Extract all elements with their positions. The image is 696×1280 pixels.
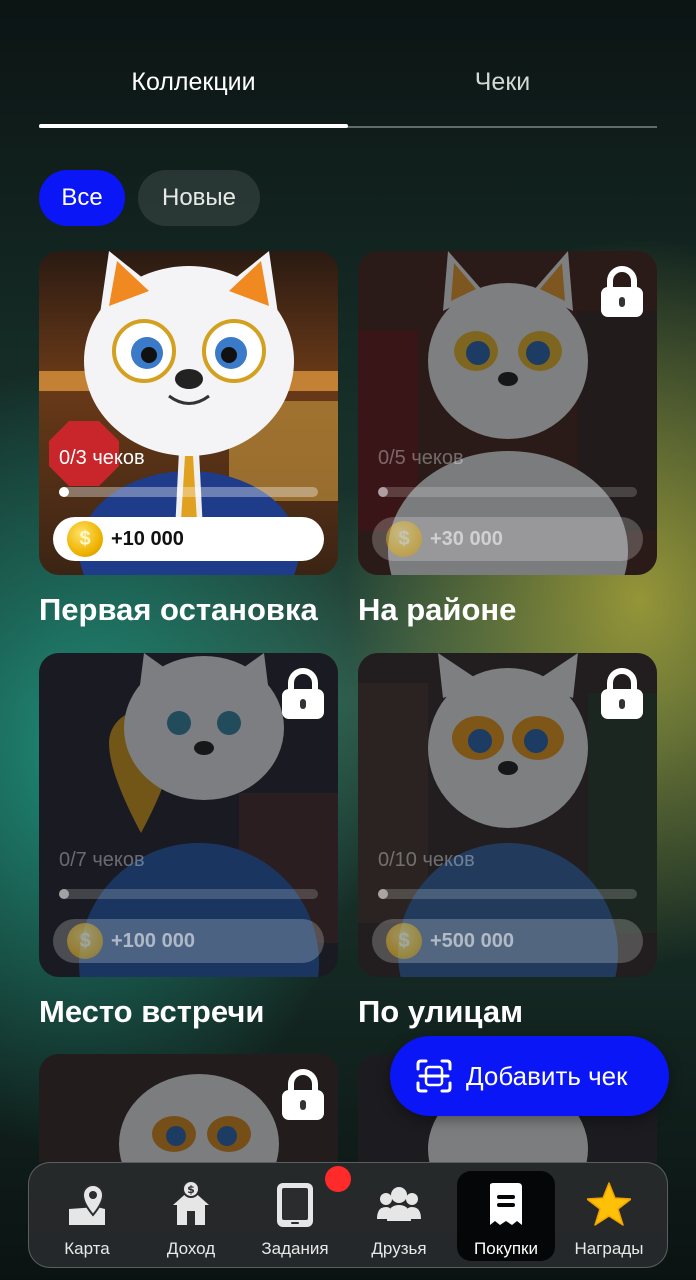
reward-amount: +100 000 (111, 930, 195, 952)
map-icon (69, 1183, 105, 1225)
reward-pill: $ +10 000 (53, 517, 324, 561)
star-icon (587, 1182, 631, 1226)
nav-label: Задания (261, 1239, 329, 1258)
reward-amount: +10 000 (111, 528, 184, 550)
nav-label: Доход (166, 1239, 216, 1258)
nav-label: Друзья (371, 1239, 427, 1258)
reward-amount: +500 000 (430, 930, 514, 952)
collection-title: Место встречи (39, 994, 265, 1029)
lock-icon (601, 266, 643, 317)
progress-bar-fill (378, 487, 389, 497)
add-receipt-button[interactable]: Добавить чек (390, 1036, 669, 1116)
lock-icon (282, 1069, 324, 1120)
collection-card-first-stop[interactable]: 0/3 чеков $ +10 000 (39, 251, 338, 575)
collection-title: Первая остановка (39, 592, 318, 627)
lock-icon (601, 668, 643, 719)
progress-bar-fill (59, 487, 70, 497)
tab-collections[interactable]: Коллекции (39, 52, 348, 112)
collection-title: По улицам (358, 994, 524, 1029)
progress-bar (59, 889, 318, 899)
nav-item-rewards[interactable]: Награды (559, 1163, 659, 1267)
svg-text:$: $ (187, 1183, 195, 1196)
nav-label: Награды (574, 1239, 644, 1258)
coin-icon: $ (67, 923, 103, 959)
tab-receipts[interactable]: Чеки (348, 52, 657, 112)
receipt-icon (490, 1183, 522, 1225)
collection-card-neighborhood[interactable]: 0/5 чеков $ +30 000 (358, 251, 657, 575)
progress-label: 0/5 чеков (378, 447, 464, 469)
collection-title: На районе (358, 592, 517, 627)
progress-bar (378, 889, 637, 899)
tab-active-indicator (39, 124, 348, 128)
collection-card-partial[interactable] (39, 1054, 338, 1162)
nav-item-income[interactable]: $ Доход (141, 1163, 241, 1267)
progress-bar-fill (59, 889, 70, 899)
filter-all-chip[interactable]: Все (39, 170, 125, 226)
progress-bar-fill (378, 889, 389, 899)
reward-pill: $ +100 000 (53, 919, 324, 963)
tablet-icon (277, 1183, 313, 1227)
coin-icon: $ (386, 521, 422, 557)
notification-badge (325, 1166, 351, 1192)
lock-icon (282, 668, 324, 719)
collections-tabs: Коллекции Чеки (39, 52, 657, 130)
progress-label: 0/10 чеков (378, 849, 475, 871)
collection-card-meeting-place[interactable]: 0/7 чеков $ +100 000 (39, 653, 338, 977)
scan-receipt-icon (416, 1059, 452, 1093)
collection-card-streets[interactable]: 0/10 чеков $ +500 000 (358, 653, 657, 977)
reward-pill: $ +500 000 (372, 919, 643, 963)
progress-label: 0/3 чеков (59, 447, 145, 469)
add-receipt-label: Добавить чек (466, 1061, 628, 1091)
filter-new-chip[interactable]: Новые (138, 170, 260, 226)
nav-item-purchases[interactable]: Покупки (457, 1171, 555, 1261)
progress-bar (59, 487, 318, 497)
reward-pill: $ +30 000 (372, 517, 643, 561)
nav-item-map[interactable]: Карта (37, 1163, 137, 1267)
coin-icon: $ (67, 521, 103, 557)
nav-label: Карта (64, 1239, 110, 1258)
progress-bar (378, 487, 637, 497)
friends-icon (377, 1187, 421, 1221)
reward-amount: +30 000 (430, 528, 503, 550)
income-house-icon: $ (173, 1181, 209, 1225)
coin-icon: $ (386, 923, 422, 959)
progress-label: 0/7 чеков (59, 849, 145, 871)
nav-label: Покупки (474, 1239, 538, 1258)
nav-item-friends[interactable]: Друзья (349, 1163, 449, 1267)
